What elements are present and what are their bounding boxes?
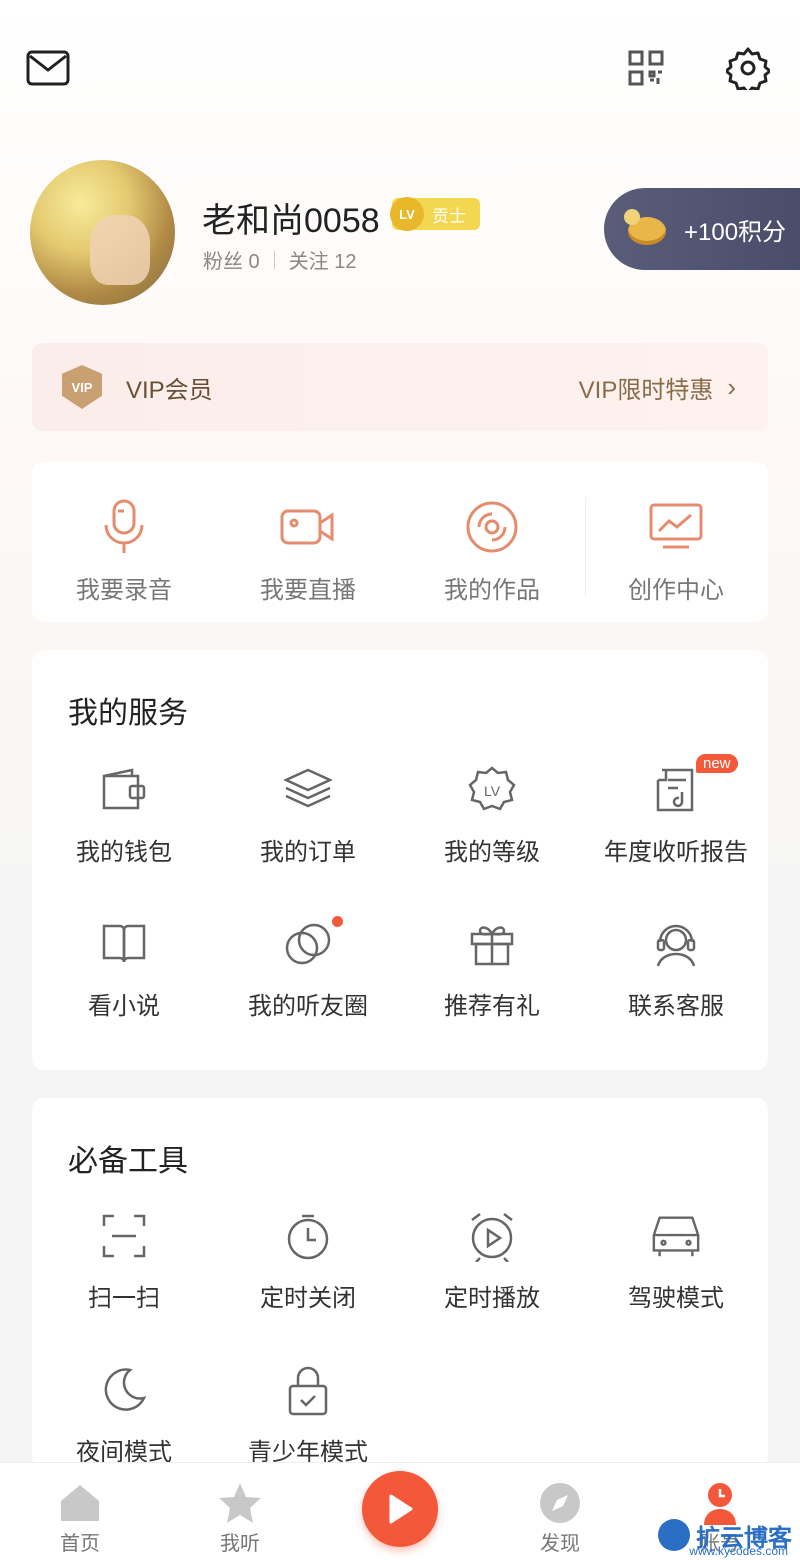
- car-icon: [650, 1210, 702, 1262]
- tab-listen[interactable]: 我听: [180, 1473, 300, 1555]
- gear-icon[interactable]: [724, 44, 772, 92]
- works-label: 我的作品: [444, 577, 540, 604]
- moon-icon: [98, 1364, 150, 1416]
- level-badge[interactable]: LV 贡士: [390, 197, 480, 231]
- sleep-timer-button[interactable]: 定时关闭: [216, 1210, 400, 1330]
- new-badge: new: [696, 754, 738, 773]
- record-button[interactable]: 我要录音: [32, 462, 216, 622]
- microphone-icon: [94, 497, 154, 557]
- watermark-url: www.kycodes.com: [689, 1544, 788, 1558]
- play-icon: [389, 1494, 413, 1524]
- stats-divider: [273, 250, 275, 269]
- avatar[interactable]: [30, 160, 175, 305]
- fans-count[interactable]: 粉丝 0: [203, 245, 260, 274]
- coin-icon: [624, 209, 668, 249]
- chevron-right-icon: ›: [727, 371, 736, 402]
- level-title: 贡士: [432, 206, 466, 226]
- sleep-timer-label: 定时关闭: [260, 1285, 356, 1312]
- orders-label: 我的订单: [260, 839, 356, 866]
- disc-icon: [462, 497, 522, 557]
- following-count[interactable]: 关注 12: [289, 245, 357, 274]
- friends-circle-button[interactable]: 我的听友圈: [216, 916, 400, 1038]
- watermark-logo: [658, 1519, 690, 1551]
- scan-label: 扫一扫: [88, 1285, 160, 1312]
- wallet-label: 我的钱包: [76, 839, 172, 866]
- username[interactable]: 老和尚0058: [202, 193, 380, 242]
- level-label: 我的等级: [444, 839, 540, 866]
- tools-card: 必备工具 扫一扫 定时关闭 定时播放 驾驶模式 夜间模式 青少年模式: [32, 1098, 768, 1468]
- compass-icon: [538, 1481, 582, 1525]
- driving-mode-button[interactable]: 驾驶模式: [584, 1210, 768, 1330]
- referral-button[interactable]: 推荐有礼: [400, 918, 584, 1038]
- tab-home[interactable]: 首页: [20, 1473, 140, 1555]
- level-badge-icon: LV: [466, 764, 518, 816]
- points-button[interactable]: +100积分: [604, 188, 800, 270]
- wallet-icon: [98, 764, 150, 816]
- lock-icon: [282, 1364, 334, 1416]
- support-label: 联系客服: [628, 993, 724, 1020]
- orders-button[interactable]: 我的订单: [216, 764, 400, 884]
- tools-title: 必备工具: [68, 1145, 188, 1178]
- novel-button[interactable]: 看小说: [32, 918, 216, 1038]
- vip-banner[interactable]: VIP VIP会员 VIP限时特惠 ›: [32, 343, 768, 431]
- watermark: 扩云博客 www.kycodes.com: [658, 1510, 792, 1560]
- vip-promo-text: VIP限时特惠: [578, 376, 714, 404]
- referral-label: 推荐有礼: [444, 993, 540, 1020]
- scan-icon: [98, 1210, 150, 1262]
- video-camera-icon: [278, 497, 338, 557]
- tab-home-label: 首页: [60, 1533, 100, 1555]
- follow-stats: 粉丝 0 关注 12: [203, 245, 357, 274]
- live-button[interactable]: 我要直播: [216, 462, 400, 622]
- tab-listen-label: 我听: [220, 1533, 260, 1555]
- home-icon: [58, 1481, 102, 1525]
- book-icon: [98, 918, 150, 970]
- works-button[interactable]: 我的作品: [400, 462, 584, 622]
- profile-section: 老和尚0058 LV 贡士 粉丝 0 关注 12 +100积分: [0, 155, 800, 315]
- timer-icon: [282, 1210, 334, 1262]
- notification-dot: [332, 916, 343, 927]
- circles-icon: [282, 918, 334, 970]
- alarm-play-icon: [466, 1210, 518, 1262]
- vip-badge-icon: VIP: [62, 365, 102, 409]
- services-card: 我的服务 我的钱包 我的订单 LV 我的等级 new 年度收听报告 看小说 我的…: [32, 650, 768, 1070]
- level-icon: LV: [390, 197, 424, 231]
- friends-circle-label: 我的听友圈: [248, 993, 368, 1020]
- top-bar: [0, 40, 800, 100]
- points-label: +100积分: [684, 218, 787, 246]
- qr-code-icon[interactable]: [622, 44, 670, 92]
- alarm-play-button[interactable]: 定时播放: [400, 1210, 584, 1330]
- level-button[interactable]: LV 我的等级: [400, 764, 584, 884]
- vip-promo[interactable]: VIP限时特惠 ›: [579, 370, 736, 405]
- driving-mode-label: 驾驶模式: [628, 1285, 724, 1312]
- scan-button[interactable]: 扫一扫: [32, 1210, 216, 1330]
- play-button[interactable]: [362, 1471, 438, 1547]
- wallet-button[interactable]: 我的钱包: [32, 764, 216, 884]
- support-button[interactable]: 联系客服: [584, 918, 768, 1038]
- live-label: 我要直播: [260, 577, 356, 604]
- gift-icon: [466, 918, 518, 970]
- alarm-play-label: 定时播放: [444, 1285, 540, 1312]
- services-title: 我的服务: [68, 697, 188, 730]
- star-icon: [218, 1481, 262, 1525]
- headset-icon: [650, 918, 702, 970]
- annual-report-label: 年度收听报告: [604, 839, 748, 866]
- annual-report-button[interactable]: new 年度收听报告: [584, 754, 768, 884]
- creator-center-label: 创作中心: [628, 577, 724, 604]
- svg-text:LV: LV: [484, 783, 501, 799]
- vip-label: VIP会员: [126, 376, 213, 404]
- creator-card: 我要录音 我要直播 我的作品 创作中心: [32, 462, 768, 622]
- mail-icon[interactable]: [24, 44, 72, 92]
- tab-discover-label: 发现: [540, 1533, 580, 1555]
- layers-icon: [282, 764, 334, 816]
- report-icon: [650, 764, 702, 816]
- record-label: 我要录音: [76, 577, 172, 604]
- novel-label: 看小说: [88, 993, 160, 1020]
- creator-center-button[interactable]: 创作中心: [584, 462, 768, 622]
- monitor-chart-icon: [646, 497, 706, 557]
- tab-discover[interactable]: 发现: [500, 1473, 620, 1555]
